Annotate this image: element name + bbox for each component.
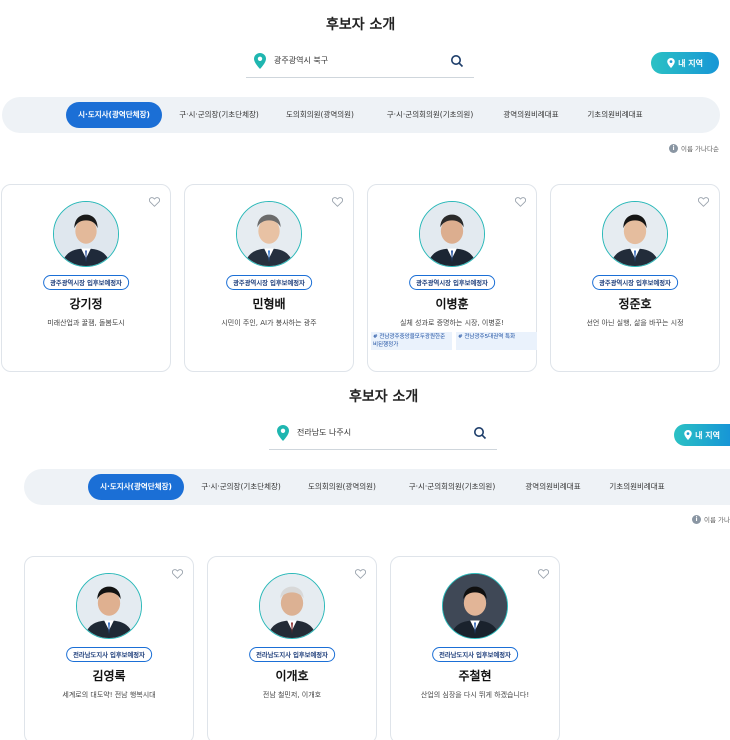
search-icon[interactable] xyxy=(473,426,487,440)
candidate-badge: 전라남도지사 입후보예정자 xyxy=(66,647,152,662)
candidate-name: 민형배 xyxy=(252,297,286,311)
info-icon: i xyxy=(669,143,678,153)
candidate-name: 이병훈 xyxy=(435,297,469,311)
my-region-button[interactable]: 내 지역 xyxy=(674,424,730,446)
location-pin-icon xyxy=(684,430,692,440)
candidate-slogan: 산업의 심장을 다시 뛰게 하겠습니다! xyxy=(420,691,530,699)
tab-provincial-proportional[interactable]: 광역의원비례대표 xyxy=(500,102,562,128)
candidate-card[interactable]: 광주광역시장 입후보예정자 정준호 선언 아닌 실행, 삶을 바꾸는 시정 xyxy=(550,184,720,372)
candidate-card[interactable]: 전라남도지사 입후보예정자 이개호 전남 철민저, 이개호 xyxy=(207,556,377,740)
hashtag[interactable]: # 전남광주중앙을모두광원한준비된행정가 xyxy=(371,332,452,350)
candidate-name: 김영록 xyxy=(92,669,126,683)
candidate-badge: 광주광역시장 입후보예정자 xyxy=(43,275,129,290)
candidate-card[interactable]: 전라남도지사 입후보예정자 김영록 세계로의 대도약! 전남 행복시대 xyxy=(24,556,194,740)
search-icon[interactable] xyxy=(450,54,464,68)
candidate-slogan: 선언 아닌 실행, 삶을 바꾸는 시정 xyxy=(586,319,684,327)
candidate-photo xyxy=(76,573,142,639)
candidate-badge: 전라남도지사 입후보예정자 xyxy=(432,647,518,662)
candidate-photo xyxy=(602,201,668,267)
candidate-slogan: 시민이 주인, AI가 봉사하는 광주 xyxy=(221,319,317,327)
candidate-badge: 광주광역시장 입후보예정자 xyxy=(226,275,312,290)
search-input[interactable]: 전라남도 나주시 xyxy=(297,427,351,438)
region-search[interactable]: 광주광역시 북구 xyxy=(246,48,474,78)
candidate-section-2: 후보자 소개 전라남도 나주시 내 지역 시·도지사(광역단체장) 구·시·군의… xyxy=(0,378,730,740)
candidate-badge: 광주광역시장 입후보예정자 xyxy=(409,275,495,290)
candidate-name: 정준호 xyxy=(618,297,652,311)
tab-local-proportional[interactable]: 기초의원비례대표 xyxy=(606,474,668,500)
sort-note-label: 이름 가나 xyxy=(704,516,730,524)
my-region-label: 내 지역 xyxy=(678,58,703,68)
my-region-button[interactable]: 내 지역 xyxy=(651,52,719,74)
heart-outline-icon[interactable] xyxy=(172,569,183,579)
tab-provincial-council[interactable]: 도의회의원(광역의원) xyxy=(282,102,358,128)
my-region-label: 내 지역 xyxy=(695,430,720,440)
tab-governor[interactable]: 시·도지사(광역단체장) xyxy=(66,102,162,128)
candidate-name: 강기정 xyxy=(69,297,103,311)
candidate-photo xyxy=(236,201,302,267)
tab-governor[interactable]: 시·도지사(광역단체장) xyxy=(88,474,184,500)
page-title: 후보자 소개 xyxy=(326,17,396,33)
candidate-badge: 전라남도지사 입후보예정자 xyxy=(249,647,335,662)
location-pin-icon xyxy=(667,58,675,68)
candidate-tags: # 전남광주중앙을모두광원한준비된행정가 # 전남광주5대권역 특화 xyxy=(371,332,537,350)
hashtag[interactable]: # 전남광주5대권역 특화 xyxy=(456,332,537,350)
office-tabs: 시·도지사(광역단체장) 구·시·군의장(기초단체장) 도의회의원(광역의원) … xyxy=(2,97,720,133)
candidate-name: 주철현 xyxy=(458,669,492,683)
location-pin-icon xyxy=(277,425,289,441)
page-title: 후보자 소개 xyxy=(349,389,419,405)
sort-note: i 이름 가나 xyxy=(692,514,730,524)
candidate-photo xyxy=(53,201,119,267)
candidate-badge: 광주광역시장 입후보예정자 xyxy=(592,275,678,290)
location-pin-icon xyxy=(254,53,266,69)
candidate-name: 이개호 xyxy=(275,669,309,683)
heart-outline-icon[interactable] xyxy=(538,569,549,579)
heart-outline-icon[interactable] xyxy=(355,569,366,579)
tab-mayor[interactable]: 구·시·군의장(기초단체장) xyxy=(174,102,264,128)
candidate-slogan: 세계로의 대도약! 전남 행복시대 xyxy=(62,691,156,699)
heart-outline-icon[interactable] xyxy=(515,197,526,207)
region-search[interactable]: 전라남도 나주시 xyxy=(269,420,497,450)
candidate-slogan: 실체 성과로 증명하는 시장, 이병훈! xyxy=(399,319,505,327)
candidate-photo xyxy=(442,573,508,639)
tab-local-council[interactable]: 구·시·군의회의원(기초의원) xyxy=(382,102,478,128)
office-tabs: 시·도지사(광역단체장) 구·시·군의장(기초단체장) 도의회의원(광역의원) … xyxy=(24,469,730,505)
candidate-card[interactable]: 광주광역시장 입후보예정자 강기정 미래산업과 꿀잼, 돌봄도시 xyxy=(1,184,171,372)
candidate-section-1: 후보자 소개 광주광역시 북구 내 지역 시·도지사(광역단체장) 구·시·군의… xyxy=(0,0,730,378)
tab-local-council[interactable]: 구·시·군의회의원(기초의원) xyxy=(404,474,500,500)
tab-mayor[interactable]: 구·시·군의장(기초단체장) xyxy=(196,474,286,500)
sort-note-label: 이름 가나다순 xyxy=(681,145,719,153)
candidate-slogan: 미래산업과 꿀잼, 돌봄도시 xyxy=(47,319,125,327)
heart-outline-icon[interactable] xyxy=(149,197,160,207)
candidate-photo xyxy=(259,573,325,639)
info-icon: i xyxy=(692,514,701,524)
candidate-card[interactable]: 광주광역시장 입후보예정자 이병훈 실체 성과로 증명하는 시장, 이병훈! #… xyxy=(367,184,537,372)
tab-provincial-proportional[interactable]: 광역의원비례대표 xyxy=(522,474,584,500)
candidate-slogan: 전남 철민저, 이개호 xyxy=(262,691,322,699)
heart-outline-icon[interactable] xyxy=(698,197,709,207)
search-input[interactable]: 광주광역시 북구 xyxy=(274,55,328,66)
candidate-card[interactable]: 전라남도지사 입후보예정자 주철현 산업의 심장을 다시 뛰게 하겠습니다! xyxy=(390,556,560,740)
candidate-photo xyxy=(419,201,485,267)
candidate-card[interactable]: 광주광역시장 입후보예정자 민형배 시민이 주인, AI가 봉사하는 광주 xyxy=(184,184,354,372)
heart-outline-icon[interactable] xyxy=(332,197,343,207)
sort-note: i 이름 가나다순 xyxy=(669,143,719,153)
tab-local-proportional[interactable]: 기초의원비례대표 xyxy=(584,102,646,128)
tab-provincial-council[interactable]: 도의회의원(광역의원) xyxy=(304,474,380,500)
